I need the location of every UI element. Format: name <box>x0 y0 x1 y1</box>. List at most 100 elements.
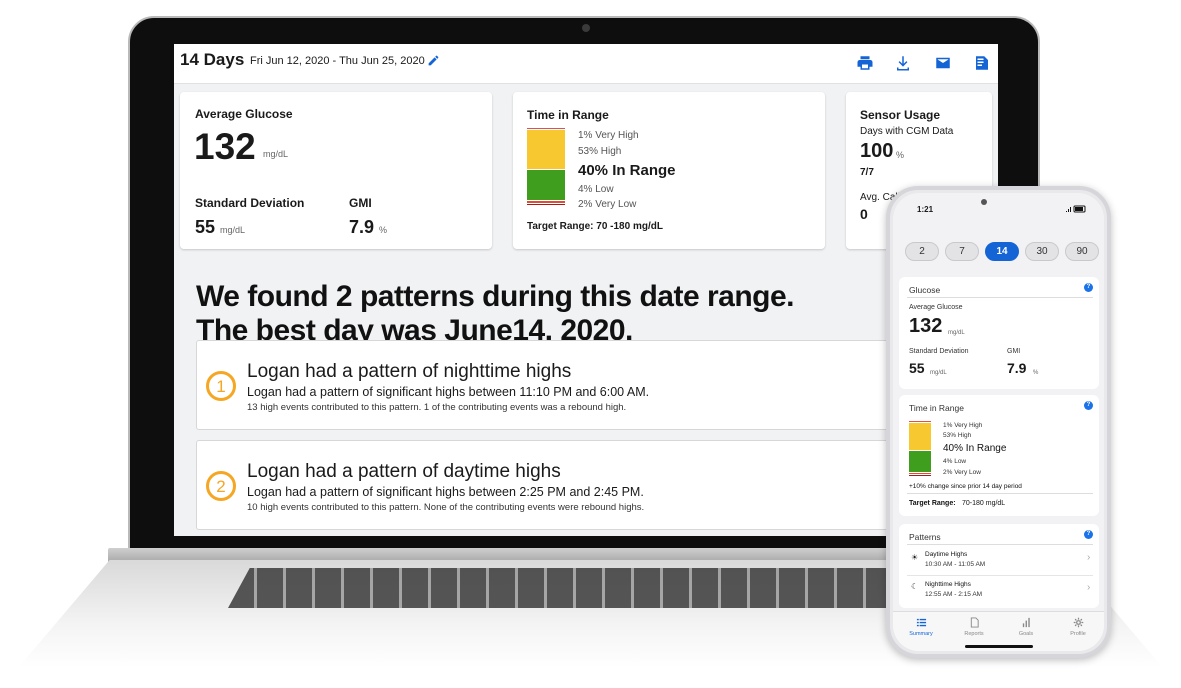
phone-sd-label: Standard Deviation <box>909 348 969 355</box>
list-icon <box>916 618 926 627</box>
sun-icon: ☀ <box>911 553 919 562</box>
tab-reports-label: Reports <box>964 631 984 637</box>
tir-segment-in-range <box>909 451 931 473</box>
phone-avg-value: 132 <box>909 315 943 337</box>
phone-target-value: 70-180 mg/dL <box>962 500 1006 507</box>
pattern-description: Logan had a pattern of significant highs… <box>247 485 644 499</box>
phone-pattern-name: Daytime Highs <box>925 551 968 558</box>
tir-high: 53% High <box>578 146 622 157</box>
phone-pattern-row[interactable]: ☀ Daytime Highs 10:30 AM - 11:05 AM › <box>899 546 1099 574</box>
range-segment-7[interactable]: 7 <box>945 242 979 261</box>
laptop-screen: 14 Days Fri Jun 12, 2020 - Thu Jun 25, 2… <box>174 44 998 536</box>
document-icon <box>970 617 979 628</box>
report-header: 14 Days Fri Jun 12, 2020 - Thu Jun 25, 2… <box>174 44 998 84</box>
pattern-card[interactable]: 2 Logan had a pattern of daytime highs L… <box>196 440 936 530</box>
tir-very-high: 1% Very High <box>578 130 639 141</box>
tab-profile[interactable]: Profile <box>1052 617 1104 637</box>
phone-pattern-time: 10:30 AM - 11:05 AM <box>925 561 986 568</box>
phone-pattern-row[interactable]: ☾ Nighttime Highs 12:55 AM - 2:15 AM › <box>899 576 1099 604</box>
phone-avg-label: Average Glucose <box>909 304 963 311</box>
days-label: 14 Days <box>180 50 245 69</box>
days-cgm-value: 100 <box>860 140 894 162</box>
pattern-detail: 10 high events contributed to this patte… <box>247 502 645 513</box>
tab-summary[interactable]: Summary <box>895 617 947 637</box>
pattern-detail: 13 high events contributed to this patte… <box>247 402 627 413</box>
phone-glucose-title: Glucose <box>909 285 941 295</box>
phone-tir-very-high: 1% Very High <box>943 422 983 429</box>
phone-glucose-card[interactable]: Glucose ? Average Glucose 132 mg/dL Stan… <box>899 277 1099 389</box>
gmi-label: GMI <box>349 196 372 210</box>
pattern-number-badge: 2 <box>206 471 236 501</box>
export-icon[interactable] <box>973 54 991 72</box>
gmi-unit: % <box>379 225 388 235</box>
phone-patterns-card: Patterns ? ☀ Daytime Highs 10:30 AM - 11… <box>899 524 1099 608</box>
gmi-value: 7.9 <box>349 217 375 237</box>
tir-low: 4% Low <box>578 184 614 195</box>
divider <box>907 493 1093 494</box>
tab-goals[interactable]: Goals <box>1000 617 1052 637</box>
tab-goals-label: Goals <box>1018 631 1034 637</box>
tir-label: Time in Range <box>527 108 609 122</box>
phone-pattern-name: Nighttime Highs <box>925 581 971 588</box>
battery-icon <box>1066 205 1086 213</box>
tir-segment-very-low <box>527 204 565 206</box>
moon-icon: ☾ <box>911 582 919 591</box>
patterns-heading: We found 2 patterns during this date ran… <box>196 280 795 348</box>
phone-clock: 1:21 <box>917 205 934 214</box>
patterns-heading-line1: We found 2 patterns during this date ran… <box>196 280 795 313</box>
home-indicator <box>965 645 1033 648</box>
phone-tir-card[interactable]: Time in Range ? 1% Very High 53% High 40… <box>899 395 1099 516</box>
date-range: Fri Jun 12, 2020 - Thu Jun 25, 2020 <box>250 55 425 67</box>
range-segment-30[interactable]: 30 <box>1025 242 1059 261</box>
phone-tir-in-range: 40% In Range <box>943 443 1007 454</box>
phone-avg-unit: mg/dL <box>948 330 965 336</box>
tir-bar <box>527 128 565 206</box>
sensor-usage-label: Sensor Usage <box>860 108 941 122</box>
phone-gmi-unit: % <box>1033 370 1039 376</box>
avg-glucose-unit: mg/dL <box>263 149 289 159</box>
tir-target: Target Range: 70 -180 mg/dL <box>527 221 663 232</box>
phone-patterns-title: Patterns <box>909 532 941 542</box>
email-icon[interactable] <box>934 54 952 72</box>
phone-tir-bar <box>909 421 931 477</box>
divider <box>907 297 1093 298</box>
range-segment-90[interactable]: 90 <box>1065 242 1099 261</box>
pattern-card[interactable]: 1 Logan had a pattern of nighttime highs… <box>196 340 936 430</box>
phone: 1:21 2 7 14 30 90 Glucose ? Average Gluc… <box>886 186 1111 658</box>
phone-camera <box>981 199 987 205</box>
tir-segment-high <box>909 422 931 452</box>
range-segment-2[interactable]: 2 <box>905 242 939 261</box>
phone-tir-high: 53% High <box>943 432 972 439</box>
phone-gmi-label: GMI <box>1007 348 1021 355</box>
pattern-title: Logan had a pattern of daytime highs <box>247 461 561 482</box>
days-cgm-label: Days with CGM Data <box>860 126 954 137</box>
help-icon[interactable]: ? <box>1084 530 1093 539</box>
bar-chart-icon <box>1022 617 1030 628</box>
chevron-right-icon: › <box>1087 582 1091 593</box>
average-glucose-card: Average Glucose 132 mg/dL Standard Devia… <box>180 92 492 249</box>
phone-tir-low: 4% Low <box>943 458 967 465</box>
phone-sd-unit: mg/dL <box>930 370 947 376</box>
phone-target-label: Target Range: <box>909 500 956 507</box>
help-icon[interactable]: ? <box>1084 401 1093 410</box>
camera <box>582 24 590 32</box>
chevron-right-icon: › <box>1087 552 1091 563</box>
help-icon[interactable]: ? <box>1084 283 1093 292</box>
phone-sd-value: 55 <box>909 360 925 376</box>
phone-pattern-time: 12:55 AM - 2:15 AM <box>925 591 983 598</box>
tab-reports[interactable]: Reports <box>948 617 1000 637</box>
tir-segment-in-range <box>527 170 565 201</box>
print-icon[interactable] <box>856 54 874 72</box>
pattern-title: Logan had a pattern of nighttime highs <box>247 361 572 382</box>
days-cgm-unit: % <box>896 150 905 160</box>
tab-profile-label: Profile <box>1070 631 1086 637</box>
sd-label: Standard Deviation <box>195 196 305 210</box>
time-in-range-card: Time in Range 1% Very High 53% High 40% … <box>513 92 825 249</box>
phone-tir-title: Time in Range <box>909 403 964 413</box>
avg-glucose-value: 132 <box>194 126 256 167</box>
tir-segment-high <box>527 129 565 171</box>
download-icon[interactable] <box>894 54 912 72</box>
status-icons <box>1065 205 1087 215</box>
range-segment-14[interactable]: 14 <box>985 242 1019 261</box>
pencil-icon[interactable] <box>427 54 440 67</box>
